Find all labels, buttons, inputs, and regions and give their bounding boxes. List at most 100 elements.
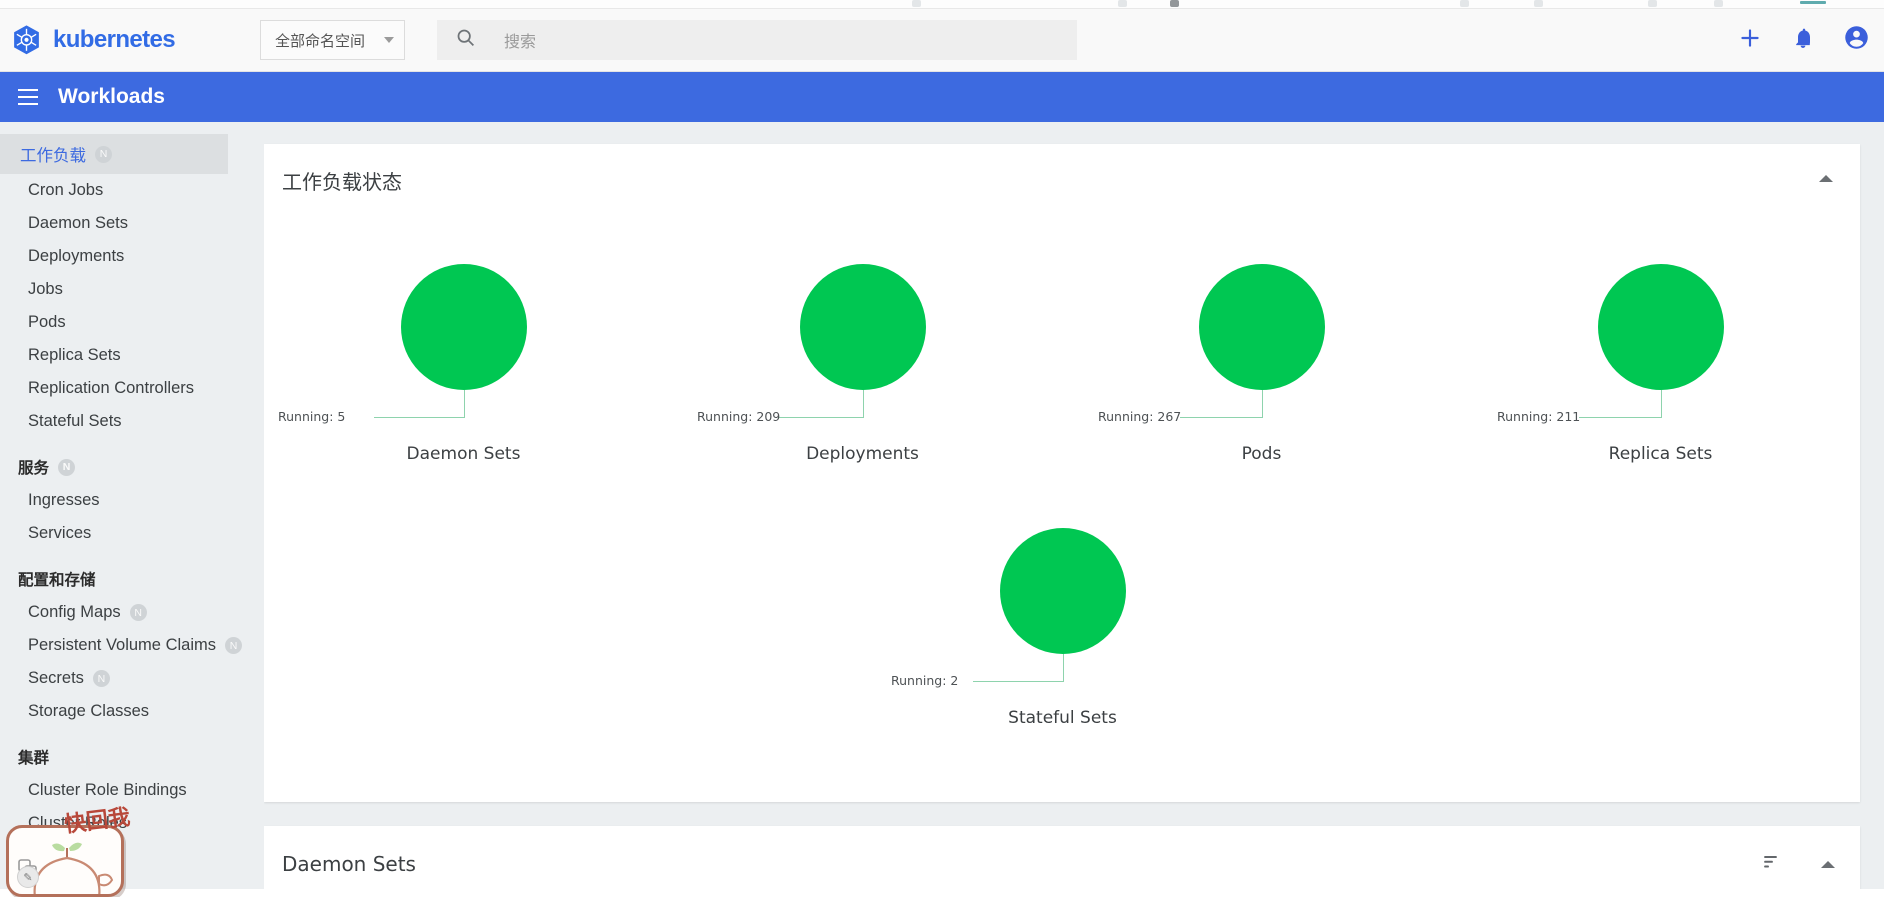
- status-badge: N: [58, 459, 75, 476]
- leader-line-vertical: [1661, 390, 1662, 418]
- status-badge: N: [225, 637, 242, 654]
- metric-name: Daemon Sets: [264, 444, 663, 464]
- chrome-artifact: [1800, 1, 1826, 4]
- search-icon: [455, 27, 476, 53]
- chrome-artifact: [1534, 0, 1543, 7]
- sidebar-item-replication-controllers[interactable]: Replication Controllers: [0, 372, 264, 405]
- status-metric-daemon-sets: Running: 5 Daemon Sets: [264, 236, 663, 500]
- sidebar-item-stateful-sets[interactable]: Stateful Sets: [0, 405, 264, 438]
- sidebar-group-config-storage: 配置和存储: [0, 562, 264, 596]
- sidebar-item-cluster-roles[interactable]: Cluster Roles: [0, 807, 264, 840]
- sidebar-group-label: 集群: [18, 746, 49, 768]
- running-bubble[interactable]: [1598, 264, 1724, 390]
- status-metric-stateful-sets: Running: 2 Stateful Sets: [863, 500, 1262, 764]
- sidebar-item-deployments[interactable]: Deployments: [0, 240, 264, 273]
- chrome-artifact: [1648, 0, 1657, 7]
- chevron-up-icon[interactable]: [1814, 166, 1838, 190]
- leader-line-vertical: [863, 390, 864, 418]
- card-title: 工作负载状态: [282, 166, 402, 195]
- sidebar-item-jobs[interactable]: Jobs: [0, 273, 264, 306]
- sidebar-item-label: Cron Jobs: [28, 181, 103, 200]
- sidebar-item-secrets[interactable]: Secrets N: [0, 662, 264, 695]
- sidebar-item-ingresses[interactable]: Ingresses: [0, 484, 264, 517]
- status-metric-deployments: Running: 209 Deployments: [663, 236, 1062, 500]
- page-header: Workloads: [0, 72, 1884, 122]
- leader-line-horizontal: [778, 417, 863, 418]
- sidebar-item-label: Storage Classes: [28, 702, 149, 721]
- hamburger-menu-icon[interactable]: [10, 79, 46, 115]
- sidebar-item-label: Daemon Sets: [28, 214, 128, 233]
- status-badge: N: [93, 670, 110, 687]
- daemon-sets-card: Daemon Sets: [264, 826, 1860, 889]
- running-bubble[interactable]: [1199, 264, 1325, 390]
- workload-status-card: 工作负载状态 Running: 5 Daemon Sets Running: [264, 144, 1860, 802]
- sidebar-item-cron-jobs[interactable]: Cron Jobs: [0, 174, 264, 207]
- kubernetes-helm-icon: [10, 24, 43, 57]
- sidebar-item-pods[interactable]: Pods: [0, 306, 264, 339]
- sidebar-item-label: Deployments: [28, 247, 124, 266]
- namespace-select[interactable]: 全部命名空间: [260, 20, 405, 60]
- sidebar-item-storage-classes[interactable]: Storage Classes: [0, 695, 264, 728]
- running-count-label: Running: 5: [278, 409, 345, 424]
- card-actions: [1761, 852, 1840, 876]
- metric-name: Replica Sets: [1461, 444, 1860, 464]
- sidebar-item-label: 工作负载: [20, 142, 86, 166]
- leader-line-vertical: [1262, 390, 1263, 418]
- search-placeholder: 搜索: [504, 28, 536, 52]
- running-bubble[interactable]: [800, 264, 926, 390]
- leader-line-vertical: [1063, 654, 1064, 682]
- sidebar-item-label: Persistent Volume Claims: [28, 636, 216, 655]
- sidebar-item-label: Config Maps: [28, 603, 121, 622]
- sidebar-group-label: 服务: [18, 456, 49, 478]
- running-bubble[interactable]: [1000, 528, 1126, 654]
- sidebar-item-daemon-sets[interactable]: Daemon Sets: [0, 207, 264, 240]
- sidebar-item-label: Replica Sets: [28, 346, 121, 365]
- leader-line-horizontal: [1579, 417, 1661, 418]
- sidebar-item-replica-sets[interactable]: Replica Sets: [0, 339, 264, 372]
- metric-name: Deployments: [663, 444, 1062, 464]
- namespace-select-value: 全部命名空间: [275, 30, 365, 51]
- brand-name: kubernetes: [53, 26, 175, 54]
- chrome-artifact: [1460, 0, 1469, 7]
- sidebar-item-persistent-volume-claims[interactable]: Persistent Volume Claims N: [0, 629, 264, 662]
- chrome-artifact: [912, 0, 921, 7]
- search-input[interactable]: 搜索: [437, 20, 1077, 60]
- status-row: Running: 5 Daemon Sets Running: 209 Depl…: [264, 236, 1860, 500]
- sidebar-item-config-maps[interactable]: Config Maps N: [0, 596, 264, 629]
- main-content: 工作负载状态 Running: 5 Daemon Sets Running: [264, 122, 1884, 889]
- running-count-label: Running: 209: [697, 409, 780, 424]
- running-count-label: Running: 2: [891, 673, 958, 688]
- sidebar-item-label: Stateful Sets: [28, 412, 122, 431]
- running-bubble[interactable]: [401, 264, 527, 390]
- status-metric-replica-sets: Running: 211 Replica Sets: [1461, 236, 1860, 500]
- chrome-artifact: [1118, 0, 1127, 7]
- sidebar-item-label: Secrets: [28, 669, 84, 688]
- plus-icon[interactable]: [1737, 25, 1763, 56]
- sidebar-item-label: Services: [28, 524, 91, 543]
- topbar-actions: [1737, 24, 1870, 56]
- bell-icon[interactable]: [1791, 26, 1815, 55]
- sidebar-group-label: 配置和存储: [18, 568, 96, 590]
- running-count-label: Running: 267: [1098, 409, 1181, 424]
- sidebar-item-services[interactable]: Services: [0, 517, 264, 550]
- status-row: Running: 2 Stateful Sets: [863, 500, 1860, 764]
- filter-list-icon[interactable]: [1761, 852, 1780, 876]
- browser-chrome-strip: [0, 0, 1884, 9]
- leader-line-vertical: [464, 390, 465, 418]
- status-badge: N: [95, 146, 112, 163]
- account-circle-icon[interactable]: [1843, 24, 1870, 56]
- brand-logo-link[interactable]: kubernetes: [10, 24, 260, 57]
- metric-name: Stateful Sets: [863, 708, 1262, 728]
- chrome-artifact: [1714, 0, 1723, 7]
- sidebar-item-workloads[interactable]: 工作负载 N: [0, 134, 228, 174]
- sidebar-item-cluster-role-bindings[interactable]: Cluster Role Bindings: [0, 774, 264, 807]
- sidebar-item-label: Jobs: [28, 280, 63, 299]
- status-badge: N: [130, 604, 147, 621]
- sidebar-item-label: Replication Controllers: [28, 379, 194, 398]
- sidebar-item-label: Ingresses: [28, 491, 100, 510]
- app-topbar: kubernetes 全部命名空间 搜索: [0, 9, 1884, 72]
- running-count-label: Running: 211: [1497, 409, 1580, 424]
- chevron-up-icon[interactable]: [1816, 852, 1840, 876]
- sidebar-item-label: Cluster Roles: [28, 814, 127, 833]
- chrome-artifact: [1170, 0, 1179, 7]
